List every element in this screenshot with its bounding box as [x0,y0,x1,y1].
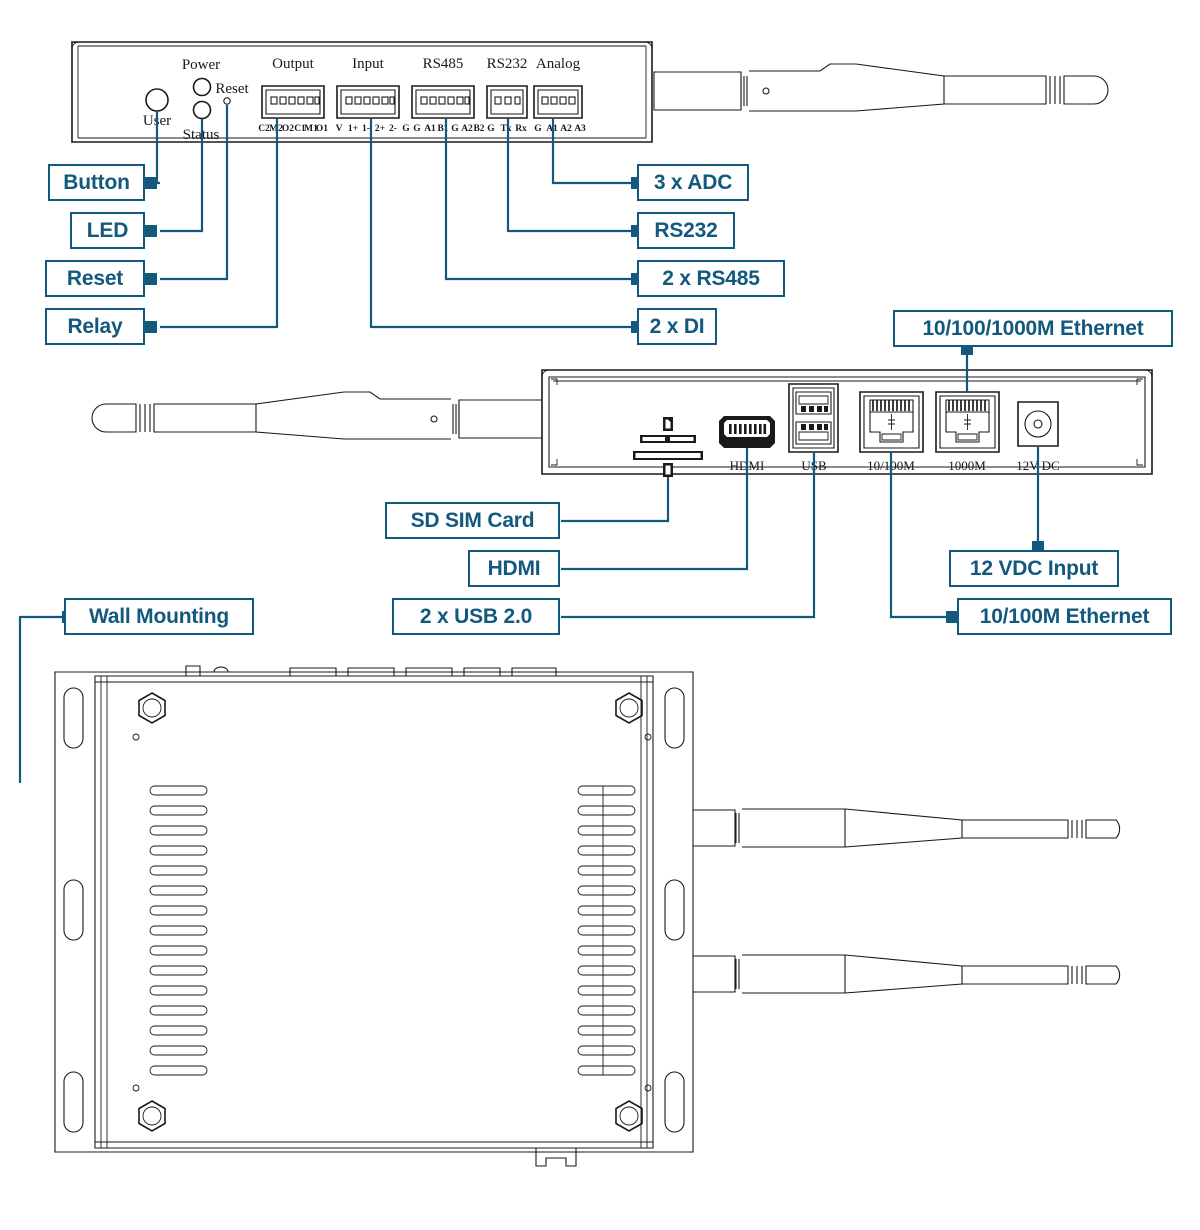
callout-led[interactable]: LED [70,212,145,249]
leader-wall-mounting [18,615,62,783]
leader-adc [551,118,631,185]
callout-eth-gigabit[interactable]: 10/100/1000M Ethernet [893,310,1173,347]
callout-usb[interactable]: 2 x USB 2.0 [392,598,560,635]
callout-adc[interactable]: 3 x ADC [637,164,749,201]
leader-di [369,118,631,329]
leader-usb [561,452,816,619]
callout-button[interactable]: Button [48,164,145,201]
callout-rs485[interactable]: 2 x RS485 [637,260,785,297]
leader-relay [160,118,279,329]
leader-sd-sim [561,477,670,523]
callout-wall-mounting[interactable]: Wall Mounting [64,598,254,635]
leader-led [160,119,204,233]
leader-hdmi [561,448,749,571]
callout-reset[interactable]: Reset [45,260,145,297]
leader-reset [160,105,229,281]
leader-button [155,111,160,185]
callout-sd-sim[interactable]: SD SIM Card [385,502,560,539]
leader-rs232 [506,118,631,233]
callout-hdmi[interactable]: HDMI [468,550,560,587]
leader-rs485 [444,118,631,281]
callout-rs232[interactable]: RS232 [637,212,735,249]
callout-relay[interactable]: Relay [45,308,145,345]
diagram-canvas: Power Status User Reset Output Input RS4… [0,0,1200,1230]
callout-dc-input[interactable]: 12 VDC Input [949,550,1119,587]
callout-eth-fast[interactable]: 10/100M Ethernet [957,598,1172,635]
callout-di[interactable]: 2 x DI [637,308,717,345]
leader-eth-fast [889,452,946,619]
